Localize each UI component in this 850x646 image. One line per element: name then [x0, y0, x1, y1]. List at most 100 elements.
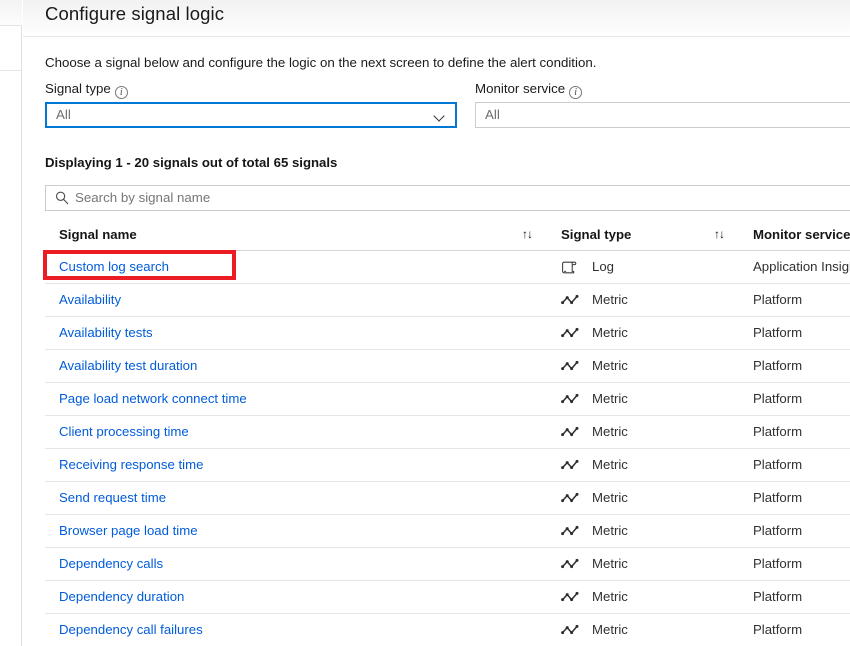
blade-body: Choose a signal below and configure the …	[23, 37, 850, 646]
table-row[interactable]: Receiving response time Metric Platform	[45, 449, 850, 482]
metric-line-chart-icon	[561, 425, 579, 440]
signal-name-link[interactable]: Browser page load time	[59, 515, 499, 547]
metric-line-chart-icon	[561, 591, 579, 602]
left-background-panel	[0, 0, 22, 646]
metric-line-chart-icon	[561, 558, 579, 569]
monitor-service-value: Platform	[753, 358, 803, 373]
metric-line-chart-icon	[561, 327, 579, 338]
monitor-service-value: Platform	[753, 457, 803, 472]
table-row[interactable]: Page load network connect time Metric Pla…	[45, 383, 850, 416]
metric-line-chart-icon	[561, 459, 579, 470]
monitor-service-value: Platform	[753, 556, 803, 571]
left-panel-gradient	[0, 0, 22, 26]
metric-line-chart-icon	[561, 623, 579, 638]
table-row[interactable]: Custom log search Log Application Insight…	[43, 250, 850, 284]
metric-line-chart-icon	[561, 590, 579, 605]
left-panel-divider-top	[0, 25, 22, 26]
monitor-service-value: Platform	[753, 490, 803, 505]
metric-line-chart-icon	[561, 624, 579, 635]
signal-type-value: All	[56, 107, 71, 122]
signal-type-value: Metric	[592, 391, 628, 406]
table-row[interactable]: Dependency call failures Metric Platform	[45, 614, 850, 646]
monitor-service-value: All	[485, 107, 500, 122]
signal-name-link[interactable]: Client processing time	[59, 416, 499, 448]
signal-type-label-text: Signal type	[45, 81, 111, 96]
signal-type-value: Metric	[592, 589, 628, 604]
signals-table: Signal name ↑↓ Signal type ↑↓ Monitor se…	[43, 219, 850, 646]
signal-type-dropdown[interactable]: All	[45, 102, 457, 128]
table-body: Custom log search Log Application Insight…	[43, 250, 850, 646]
monitor-service-field: Monitor service i All	[475, 81, 850, 128]
table-row[interactable]: Availability tests Metric Platform	[45, 317, 850, 350]
signal-type-value: Metric	[592, 457, 628, 472]
metric-line-chart-icon	[561, 360, 579, 371]
sort-icon-signal-type[interactable]: ↑↓	[714, 219, 736, 250]
monitor-service-dropdown[interactable]: All	[475, 102, 850, 128]
monitor-service-value: Platform	[753, 523, 803, 538]
monitor-service-value: Platform	[753, 292, 803, 307]
monitor-service-label-text: Monitor service	[475, 81, 566, 96]
signal-name-link[interactable]: Availability test duration	[59, 350, 499, 382]
signal-type-value: Metric	[592, 424, 628, 439]
column-header-monitor-service[interactable]: Monitor service	[753, 219, 850, 250]
monitor-service-value: Platform	[753, 589, 803, 604]
log-scroll-icon	[562, 261, 577, 274]
info-icon[interactable]: i	[569, 86, 583, 99]
table-header-row: Signal name ↑↓ Signal type ↑↓ Monitor se…	[45, 219, 850, 251]
left-panel-divider-bottom	[0, 70, 22, 71]
signal-name-link[interactable]: Send request time	[59, 482, 499, 514]
table-row[interactable]: Availability test duration Metric Platfor…	[45, 350, 850, 383]
metric-line-chart-icon	[561, 557, 579, 572]
monitor-service-value: Platform	[753, 622, 803, 637]
metric-line-chart-icon	[561, 326, 579, 341]
signal-name-link[interactable]: Dependency calls	[59, 548, 499, 580]
column-header-signal-name[interactable]: Signal name	[59, 219, 499, 250]
signal-name-link[interactable]: Receiving response time	[59, 449, 499, 481]
table-row[interactable]: Dependency duration Metric Platform	[45, 581, 850, 614]
signal-type-value: Metric	[592, 292, 628, 307]
table-row[interactable]: Browser page load time Metric Platform	[45, 515, 850, 548]
metric-line-chart-icon	[561, 525, 579, 536]
log-scroll-icon	[561, 260, 577, 275]
search-input[interactable]: Search by signal name	[45, 185, 850, 211]
info-icon[interactable]: i	[114, 86, 128, 99]
table-row[interactable]: Send request time Metric Platform	[45, 482, 850, 515]
signal-type-value: Metric	[592, 490, 628, 505]
metric-line-chart-icon	[561, 392, 579, 407]
signal-name-link[interactable]: Dependency call failures	[59, 614, 499, 646]
results-summary: Displaying 1 - 20 signals out of total 6…	[45, 155, 338, 170]
signal-type-value: Metric	[592, 358, 628, 373]
signal-name-link[interactable]: Availability tests	[59, 317, 499, 349]
metric-line-chart-icon	[561, 458, 579, 473]
chevron-down-icon	[435, 112, 444, 121]
table-row[interactable]: Availability Metric Platform	[45, 284, 850, 317]
monitor-service-value: Platform	[753, 325, 803, 340]
metric-line-chart-icon	[561, 426, 579, 437]
signal-type-value: Metric	[592, 523, 628, 538]
blade-description: Choose a signal below and configure the …	[45, 55, 597, 70]
metric-line-chart-icon	[561, 524, 579, 539]
sort-icon-signal-name[interactable]: ↑↓	[522, 219, 544, 250]
configure-signal-logic-blade: Configure signal logic Choose a signal b…	[23, 0, 850, 646]
table-row[interactable]: Dependency calls Metric Platform	[45, 548, 850, 581]
signal-type-value: Metric	[592, 622, 628, 637]
metric-line-chart-icon	[561, 492, 579, 503]
page-title: Configure signal logic	[45, 3, 225, 24]
signal-type-value: Metric	[592, 325, 628, 340]
monitor-service-value: Application Insights	[753, 259, 850, 274]
signal-name-link[interactable]: Page load network connect time	[59, 383, 499, 415]
signal-name-link[interactable]: Custom log search	[59, 251, 499, 283]
monitor-service-value: Platform	[753, 391, 803, 406]
blade-header: Configure signal logic	[23, 0, 850, 36]
signal-name-link[interactable]: Dependency duration	[59, 581, 499, 613]
monitor-service-value: Platform	[753, 424, 803, 439]
metric-line-chart-icon	[561, 359, 579, 374]
signal-name-link[interactable]: Availability	[59, 284, 499, 316]
signal-type-value: Metric	[592, 556, 628, 571]
metric-line-chart-icon	[561, 294, 579, 305]
signal-type-field: Signal type i All	[45, 81, 457, 128]
metric-line-chart-icon	[561, 393, 579, 404]
table-row[interactable]: Client processing time Metric Platform	[45, 416, 850, 449]
signal-type-label: Signal type i	[45, 81, 457, 99]
column-header-signal-type[interactable]: Signal type	[561, 219, 721, 250]
